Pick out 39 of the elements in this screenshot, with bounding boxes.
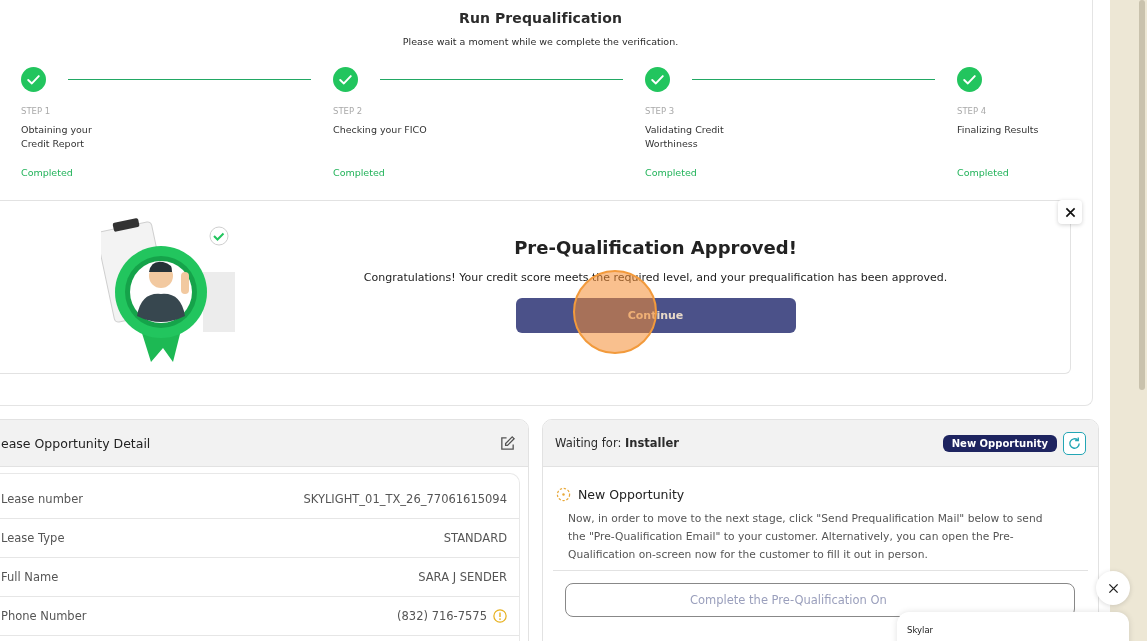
card-title: ease Opportunity Detail bbox=[1, 435, 151, 451]
page-title: Run Prequalification bbox=[458, 10, 623, 26]
chat-sender-name: Skylar bbox=[907, 625, 934, 635]
field-label: Full Name bbox=[1, 570, 59, 584]
field-value: STANDARD bbox=[443, 531, 507, 545]
step-status: Completed bbox=[333, 167, 386, 178]
stage-description: Now, in order to move to the next stage, click "Send Prequalification Mail" below to send the "Pre-Qualification Email" to your customer. Alternatively, you can open the Pre-Qualification on-screen now for the customer to fill it out in person. bbox=[567, 511, 1044, 563]
step-name: Validating Credit Worthiness bbox=[645, 123, 725, 151]
step-status: Completed bbox=[645, 167, 698, 178]
approval-title: Pre-Qualification Approved! bbox=[514, 237, 797, 258]
field-value: SARA J SENDER bbox=[418, 570, 507, 584]
close-icon bbox=[1064, 206, 1076, 218]
field-label: Lease number bbox=[1, 492, 83, 506]
step-name: Checking your FICO bbox=[333, 123, 428, 137]
field-value: (832) 716-7575 bbox=[397, 609, 487, 623]
field-value: SKYLIGHT_01_TX_26_77061615094 bbox=[303, 492, 507, 506]
pending-icon bbox=[556, 487, 571, 502]
step-status: Completed bbox=[957, 167, 1010, 178]
step-status: Completed bbox=[21, 167, 74, 178]
scrollbar-thumb[interactable] bbox=[1139, 0, 1145, 390]
refresh-button[interactable] bbox=[1063, 431, 1086, 455]
close-button[interactable] bbox=[1058, 200, 1082, 224]
close-icon bbox=[1107, 582, 1119, 594]
step-number: STEP 1 bbox=[21, 106, 52, 116]
step-name: Obtaining your Credit Report bbox=[21, 123, 93, 151]
step-number: STEP 4 bbox=[957, 106, 988, 116]
step-number: STEP 3 bbox=[645, 106, 676, 116]
approval-message: Congratulations! Your credit score meets the required level, and your prequalification has been approved. bbox=[363, 271, 948, 284]
refresh-icon bbox=[1067, 435, 1082, 451]
edit-icon[interactable] bbox=[499, 434, 516, 452]
stage-title: New Opportunity bbox=[578, 487, 685, 502]
step-number: STEP 2 bbox=[333, 106, 364, 116]
step-name: Finalizing Results bbox=[957, 123, 1040, 137]
waiting-for-text: Waiting for: Installer bbox=[555, 436, 679, 450]
page-subtitle: Please wait a moment while we complete the verification. bbox=[401, 36, 680, 47]
field-label: Lease Type bbox=[1, 531, 65, 545]
close-chat-button[interactable] bbox=[1096, 571, 1130, 605]
status-badge: New Opportunity bbox=[942, 434, 1057, 452]
field-label: Phone Number bbox=[1, 609, 87, 623]
